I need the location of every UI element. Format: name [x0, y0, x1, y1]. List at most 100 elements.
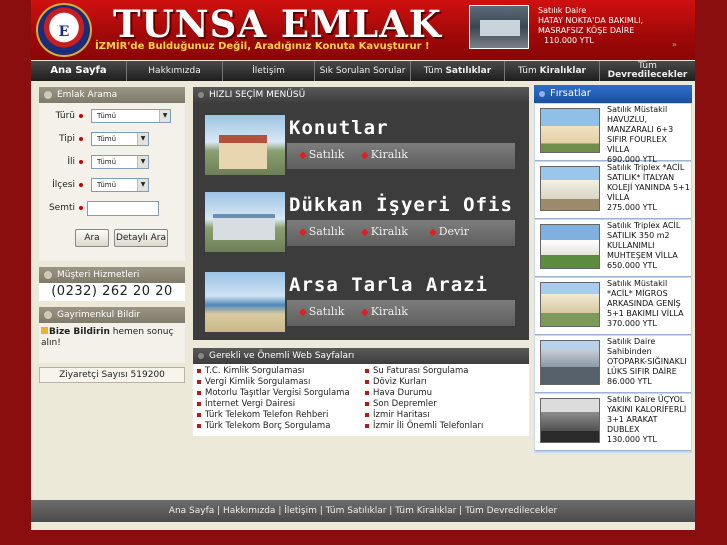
quick-menu-header: HIZLI SEÇİM MENÜSÜ [193, 87, 529, 103]
right-column: Fırsatlar Satılık Müstakil HAVUZLU, MANZ… [534, 85, 692, 453]
promo-listing[interactable]: Satılık Daire HATAY NOKTA'DA BAKIMLI, MA… [538, 6, 643, 46]
chevron-down-icon[interactable]: ▼ [159, 110, 170, 122]
web-link[interactable]: T.C. Kimlik Sorgulaması [197, 366, 350, 377]
chevron-down-icon[interactable]: ▼ [137, 133, 148, 145]
logo-letter: E [58, 24, 70, 40]
listing-photo[interactable] [540, 340, 600, 385]
bullet-icon [365, 423, 369, 428]
web-link[interactable]: Vergi Kimlik Sorgulaması [197, 377, 350, 388]
web-link[interactable]: İzmir İli Önemli Telefonları [365, 421, 483, 432]
neighborhood-input[interactable] [87, 201, 159, 216]
commercial-title[interactable]: Dükkan İşyeri Ofis [289, 194, 513, 216]
nav-all-transfer[interactable]: Tüm Devredilecekler [600, 61, 695, 81]
diamond-icon: ◆ [299, 307, 307, 318]
required-icon [79, 183, 83, 187]
chevron-down-icon[interactable]: ▼ [137, 156, 148, 168]
header: E TUNSA EMLAK İZMİR'de Bulduğunuz Değil,… [31, 0, 695, 60]
promo-next-icon[interactable]: » [672, 40, 677, 49]
kind-select-value: Tümü [97, 135, 117, 143]
housing-title[interactable]: Konutlar [289, 117, 389, 139]
listing-photo[interactable] [540, 166, 600, 211]
commercial-sale-link[interactable]: ◆ Satılık [299, 225, 344, 238]
brand-title: TUNSA EMLAK [113, 2, 442, 46]
bullet-icon [197, 423, 201, 428]
web-link-label: İzmir İli Önemli Telefonları [373, 421, 484, 431]
land-links: ◆ Satılık ◆ Kiralık [287, 300, 515, 326]
commercial-rent-link[interactable]: ◆ Kiralık [361, 225, 408, 238]
web-link-label: İnternet Vergi Dairesi [205, 399, 296, 409]
listing-photo[interactable] [540, 282, 600, 327]
web-link[interactable]: İnternet Vergi Dairesi [197, 399, 350, 410]
center-column: HIZLI SEÇİM MENÜSÜ Konutlar ◆ Satılık ◆ Ki… [193, 87, 529, 436]
footer-links[interactable]: Ana Sayfa | Hakkımızda | İletişim | Tüm … [31, 500, 695, 522]
search-header: Emlak Arama [39, 87, 185, 103]
listing-text: Satılık Müstakil HAVUZLU, MANZARALI 6+3 … [607, 105, 691, 165]
nav-all-sale-bold: Satılıklar [445, 66, 492, 76]
web-link[interactable]: Su Faturası Sorgulama [365, 366, 483, 377]
customer-service-header: Müşteri Hizmetleri [39, 267, 185, 283]
list-item[interactable]: Satılık Müstakil *ACİL* MİGROS ARKASINDA… [535, 278, 691, 335]
field-city-row: İli Tümü ▼ [39, 155, 185, 171]
bullet-icon [197, 379, 201, 384]
listing-photo[interactable] [540, 224, 600, 269]
list-item[interactable]: Satılık Triplex *ACİL SATILIK* İTALYAN K… [535, 162, 691, 219]
housing-photo[interactable] [205, 115, 285, 175]
promo-desc-1: HATAY NOKTA'DA BAKIMLI, [538, 16, 644, 25]
nav-home[interactable]: Ana Sayfa [31, 61, 127, 81]
bullet-icon [197, 368, 201, 373]
bullet-icon [197, 401, 201, 406]
nav-about[interactable]: Hakkımızda [127, 61, 223, 81]
land-photo[interactable] [205, 272, 285, 332]
listing-photo[interactable] [540, 398, 600, 443]
nav-all-sale[interactable]: Tüm Satılıklar [411, 61, 505, 81]
listing-desc: Satılık Müstakil HAVUZLU, MANZARALI 6+3 … [607, 105, 674, 154]
type-select-value: Tümü [97, 112, 117, 120]
nav-contact[interactable]: İletişim [223, 61, 315, 81]
bullet-icon [44, 311, 52, 319]
main-nav: Ana Sayfa Hakkımızda İletişim Sık Sorula… [31, 61, 695, 81]
district-select[interactable]: Tümü ▼ [91, 178, 149, 192]
web-link[interactable]: Son Depremler [365, 399, 483, 410]
commercial-photo[interactable] [205, 192, 285, 252]
detailed-search-button[interactable]: Detaylı Ara [114, 229, 168, 247]
listing-photo[interactable] [540, 108, 600, 153]
list-item[interactable]: Satılık Daire ÜÇYOL YAKINI KALORİFERLİ 3… [535, 394, 691, 451]
customer-service-title: Müşteri Hizmetleri [57, 270, 140, 280]
list-item[interactable]: Satılık Daire Sahibinden OTOPARK-SIĞINAK… [535, 336, 691, 393]
commercial-transfer-link[interactable]: ◆ Devir [429, 225, 469, 238]
notify-link[interactable]: Bize Bildirin [49, 327, 110, 337]
web-link-label: Türk Telekom Borç Sorgulama [205, 421, 331, 431]
list-item[interactable]: Satılık Müstakil HAVUZLU, MANZARALI 6+3 … [535, 104, 691, 164]
land-title[interactable]: Arsa Tarla Arazi [289, 274, 488, 296]
district-select-value: Tümü [97, 181, 117, 189]
web-link-label: Hava Durumu [373, 388, 433, 398]
diamond-icon: ◆ [299, 150, 307, 161]
web-link[interactable]: Türk Telekom Telefon Rehberi [197, 410, 350, 421]
land-rent-link[interactable]: ◆ Kiralık [361, 305, 408, 318]
nav-all-rent[interactable]: Tüm Kiralıklar [505, 61, 600, 81]
chevron-down-icon[interactable]: ▼ [137, 179, 148, 191]
housing-rent-link[interactable]: ◆ Kiralık [361, 148, 408, 161]
opportunities-header: Fırsatlar [534, 85, 692, 103]
logo[interactable]: E [36, 3, 92, 57]
list-item[interactable]: Satılık Triplex ACİL SATILIK 350 m2 KULL… [535, 220, 691, 277]
housing-sale-link[interactable]: ◆ Satılık [299, 148, 344, 161]
search-button[interactable]: Ara [75, 229, 109, 247]
web-link[interactable]: Döviz Kurları [365, 377, 483, 388]
kind-select[interactable]: Tümü ▼ [91, 132, 149, 146]
land-sale-link[interactable]: ◆ Satılık [299, 305, 344, 318]
web-link[interactable]: Hava Durumu [365, 388, 483, 399]
city-select[interactable]: Tümü ▼ [91, 155, 149, 169]
promo-photo[interactable] [469, 5, 529, 49]
nav-faq[interactable]: Sık Sorulan Sorular [315, 61, 411, 81]
required-icon [79, 160, 83, 164]
web-link[interactable]: Motorlu Taşıtlar Vergisi Sorgulama [197, 388, 350, 399]
web-link[interactable]: Türk Telekom Borç Sorgulama [197, 421, 350, 432]
web-link-label: T.C. Kimlik Sorgulaması [205, 366, 305, 376]
type-select[interactable]: Tümü ▼ [91, 109, 171, 123]
bullet-icon [198, 92, 204, 98]
listing-price: 650.000 YTL [607, 261, 657, 270]
field-kind-label: Tipi [59, 134, 75, 144]
web-link[interactable]: İzmir Haritası [365, 410, 483, 421]
housing-sale-label: Satılık [308, 148, 345, 161]
